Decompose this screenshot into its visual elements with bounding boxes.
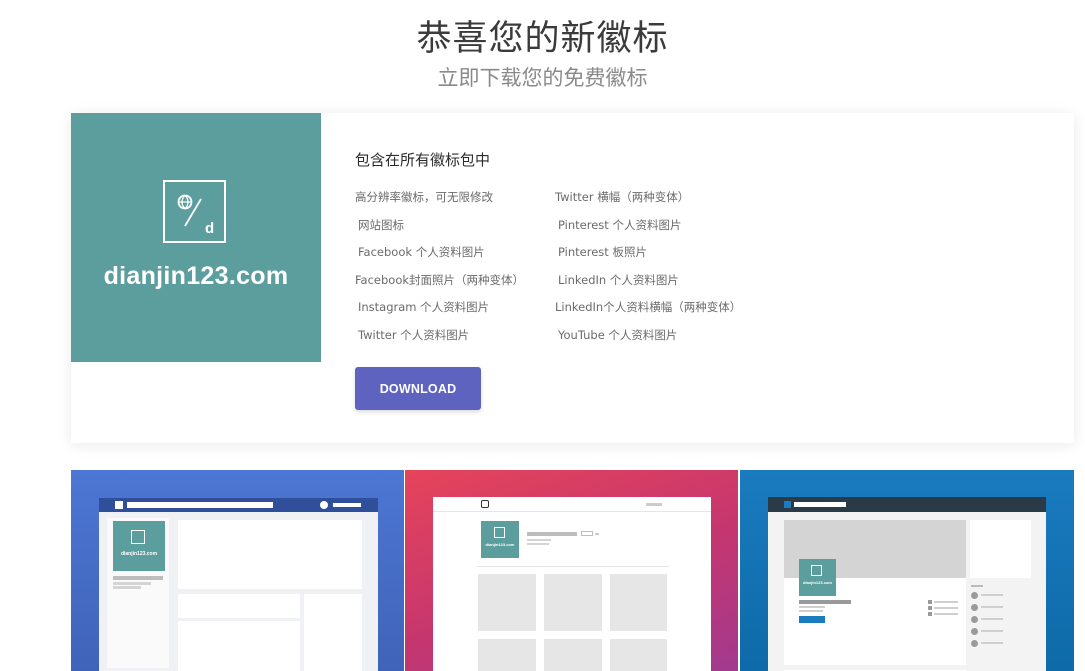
post-thumbnail: [478, 574, 536, 631]
follow-button: [581, 531, 593, 536]
download-button[interactable]: DOWNLOAD: [355, 367, 481, 410]
person-avatar: [971, 640, 978, 647]
divider: [433, 511, 711, 512]
facebook-nav-dots: [333, 503, 361, 507]
feature-item: Facebook封面照片（两种变体）: [355, 273, 525, 287]
feature-item: Pinterest 板照片: [558, 245, 647, 259]
facebook-preview[interactable]: dianjin123.com: [71, 470, 404, 671]
profile-name-line: [527, 532, 577, 536]
page-title: 恭喜您的新徽标: [416, 19, 669, 59]
svg-text:d: d: [205, 220, 214, 237]
logo-preview: d dianjin123.com: [71, 113, 321, 362]
contact-icon: [928, 612, 932, 616]
feature-item: Twitter 横幅（两种变体）: [555, 190, 690, 204]
feature-item: Instagram 个人资料图片: [358, 300, 490, 314]
package-heading: 包含在所有徽标包中: [355, 151, 491, 169]
post-thumbnail: [610, 574, 667, 631]
instagram-nav-icons: [646, 503, 662, 506]
linkedin-side-card: [970, 520, 1031, 578]
profile-info-line: [527, 543, 549, 545]
feature-item: LinkedIn 个人资料图片: [558, 273, 679, 287]
contact-line: [934, 607, 958, 609]
globe-slash-d-icon: d: [177, 194, 214, 237]
person-line: [981, 630, 1003, 632]
linkedin-preview[interactable]: dianjin123.com: [740, 470, 1074, 671]
linkedin-profile-logo: dianjin123.com: [799, 559, 836, 596]
logo-mark: d: [163, 180, 226, 243]
feature-item: 高分辨率徽标，可无限修改: [355, 190, 493, 204]
profile-info-line: [799, 606, 825, 608]
divider: [477, 566, 669, 567]
person-line: [981, 594, 1003, 596]
linkedin-search-bar: [794, 502, 846, 507]
profile-name-line: [113, 576, 163, 580]
profile-name-line: [799, 600, 851, 604]
instagram-profile-logo: dianjin123.com: [481, 521, 519, 558]
contact-icon: [928, 600, 932, 604]
feature-item: 网站图标: [358, 218, 404, 232]
facebook-search-bar: [127, 502, 273, 508]
person-avatar: [971, 616, 978, 623]
facebook-post-box: [178, 594, 300, 618]
contact-line: [934, 601, 958, 603]
person-line: [981, 642, 1003, 644]
facebook-cover-area: [178, 520, 362, 589]
instagram-logo-icon: [481, 500, 489, 508]
profile-info-line: [113, 582, 151, 585]
connect-button: [799, 616, 825, 623]
feature-item: Twitter 个人资料图片: [358, 328, 470, 342]
facebook-logo-icon: [115, 501, 123, 509]
linkedin-logo-icon: [784, 501, 791, 508]
profile-info-line: [113, 586, 141, 589]
post-thumbnail: [478, 639, 536, 671]
post-thumbnail: [544, 639, 602, 671]
facebook-side-box: [304, 594, 362, 671]
person-avatar: [971, 628, 978, 635]
more-icon: [595, 533, 599, 535]
feature-item: YouTube 个人资料图片: [558, 328, 678, 342]
profile-info-line: [527, 539, 551, 541]
person-avatar: [971, 604, 978, 611]
person-line: [981, 606, 1003, 608]
avatar-icon: [320, 501, 328, 509]
facebook-feed-box: [178, 621, 300, 671]
post-thumbnail: [544, 574, 602, 631]
linkedin-people-list: [970, 585, 1031, 665]
logo-package-card: d dianjin123.com 包含在所有徽标包中 高分辨率徽标，可无限修改 …: [71, 113, 1074, 443]
instagram-preview[interactable]: dianjin123.com: [405, 470, 738, 671]
person-line: [981, 618, 1003, 620]
contact-line: [934, 613, 958, 615]
page-subtitle: 立即下载您的免费徽标: [437, 66, 648, 90]
contact-icon: [928, 606, 932, 610]
feature-item: Facebook 个人资料图片: [358, 245, 485, 259]
feature-item: LinkedIn个人资料横幅（两种变体）: [555, 300, 742, 314]
person-avatar: [971, 592, 978, 599]
feature-item: Pinterest 个人资料图片: [558, 218, 682, 232]
profile-info-line: [799, 610, 823, 612]
logo-brand-text: dianjin123.com: [103, 262, 289, 290]
facebook-profile-logo: dianjin123.com: [113, 521, 165, 571]
post-thumbnail: [610, 639, 667, 671]
list-heading-line: [971, 585, 983, 587]
